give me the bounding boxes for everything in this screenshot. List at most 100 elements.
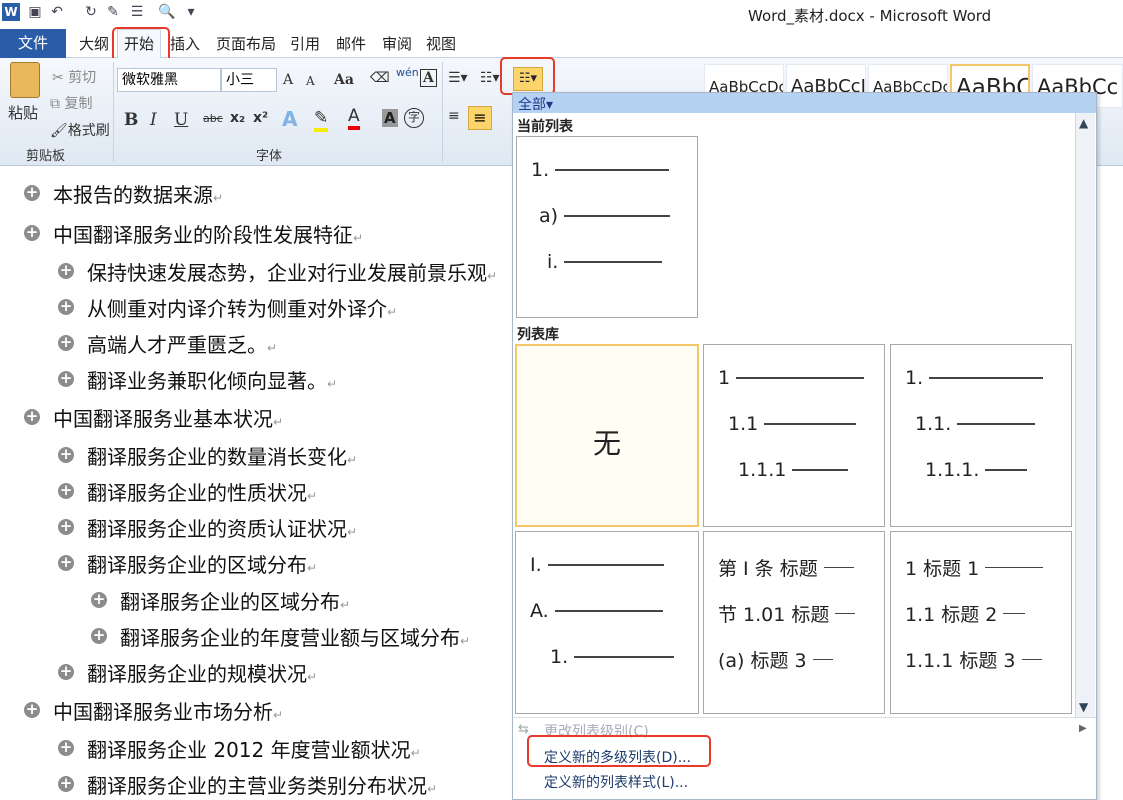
outline-item[interactable]: 翻译服务企业的规模状况↵	[87, 658, 317, 687]
highlight-button[interactable]: ✎	[314, 108, 329, 132]
list-library-item[interactable]: 第 I 条 标题节 1.01 标题 (a) 标题 3	[703, 531, 885, 714]
list-library-item[interactable]: 1. 1.1. 1.1.1.	[890, 344, 1072, 527]
subscript-button[interactable]: x₂	[230, 110, 245, 126]
outline-item[interactable]: 翻译服务企业的数量消长变化↵	[87, 441, 357, 470]
outline-item[interactable]: 中国翻译服务业基本状况↵	[53, 403, 283, 432]
outline-item[interactable]: 翻译服务企业的性质状况↵	[87, 477, 317, 506]
expand-icon[interactable]: +	[24, 702, 40, 718]
expand-icon[interactable]: +	[58, 371, 74, 387]
customize-icon[interactable]: ▾	[182, 4, 200, 22]
italic-button[interactable]: I	[150, 110, 157, 130]
expand-icon[interactable]: +	[58, 519, 74, 535]
outline-item[interactable]: 本报告的数据来源↵	[53, 179, 223, 208]
clear-format-icon[interactable]: ⌫	[370, 70, 390, 86]
align-left-button[interactable]: ≡	[448, 108, 460, 124]
underline-button[interactable]: U	[174, 110, 188, 130]
expand-icon[interactable]: +	[24, 409, 40, 425]
level-line	[835, 612, 856, 615]
bullets-button[interactable]: ☰▾	[448, 70, 468, 86]
outline-item[interactable]: 保持快速发展态势，企业对行业发展前景乐观↵	[87, 257, 497, 286]
gallery-scrollbar[interactable]	[1075, 113, 1095, 717]
tab-review[interactable]: 审阅	[382, 33, 412, 54]
shrink-font-button[interactable]: A	[306, 74, 315, 88]
scroll-down-icon[interactable]: ▼	[1079, 700, 1088, 714]
font-color-button[interactable]: A	[348, 106, 360, 130]
expand-icon[interactable]: +	[24, 185, 40, 201]
expand-icon[interactable]: +	[58, 335, 74, 351]
tab-insert[interactable]: 插入	[170, 33, 200, 54]
outline-item[interactable]: 翻译服务企业的主营业务类别分布状况↵	[87, 770, 437, 799]
grow-font-button[interactable]: A	[283, 72, 293, 88]
paragraph-mark: ↵	[347, 525, 358, 539]
expand-icon[interactable]: +	[58, 776, 74, 792]
list-library-item[interactable]: I. A. 1.	[515, 531, 699, 714]
outline-item[interactable]: 翻译服务企业的资质认证状况↵	[87, 513, 357, 542]
tab-view[interactable]: 视图	[426, 33, 456, 54]
outline-item[interactable]: 翻译服务企业 2012 年度营业额状况↵	[87, 734, 421, 763]
outline-item-text: 翻译服务企业的年度营业额与区域分布	[120, 626, 460, 650]
paste-icon[interactable]	[10, 62, 40, 98]
phonetic-guide-button[interactable]: wén	[396, 66, 419, 79]
cut-button[interactable]: ✂ 剪切	[52, 67, 96, 87]
outline-item[interactable]: 翻译服务企业的区域分布↵	[87, 549, 317, 578]
outline-item[interactable]: 从侧重对内译介转为侧重对外译介↵	[87, 293, 397, 322]
align-center-button[interactable]: ≡	[468, 106, 492, 130]
expand-icon[interactable]: +	[58, 299, 74, 315]
char-border-button[interactable]: A	[420, 69, 437, 87]
paste-button[interactable]: 粘贴	[8, 102, 38, 123]
expand-icon[interactable]: +	[24, 225, 40, 241]
outline-item[interactable]: 高端人才严重匮乏。↵	[87, 329, 277, 358]
redo-icon[interactable]: ↻	[82, 4, 100, 22]
list-level-row: 1.	[550, 646, 675, 668]
list-library-item[interactable]: 无	[515, 344, 699, 527]
outline-item[interactable]: 翻译服务企业的区域分布↵	[120, 586, 350, 615]
copy-button[interactable]: ⧉ 复制	[50, 93, 92, 113]
font-size-select[interactable]: 小三	[221, 68, 277, 92]
tab-file[interactable]: 文件	[0, 29, 66, 58]
expand-icon[interactable]: +	[91, 628, 107, 644]
format-icon[interactable]: ☰	[128, 4, 146, 22]
scroll-up-icon[interactable]: ▲	[1079, 116, 1088, 130]
expand-icon[interactable]: +	[58, 263, 74, 279]
window-title: Word_素材.docx - Microsoft Word	[748, 7, 992, 25]
strikethrough-button[interactable]: abc	[203, 112, 223, 125]
save-icon[interactable]: ▣	[26, 4, 44, 22]
expand-icon[interactable]: +	[91, 592, 107, 608]
expand-icon[interactable]: +	[58, 483, 74, 499]
enclose-char-button[interactable]: 字	[404, 108, 424, 128]
current-list-preview[interactable]: 1. a) i.	[516, 136, 698, 318]
expand-icon[interactable]: +	[58, 664, 74, 680]
bold-button[interactable]: B	[124, 110, 138, 130]
menu-define-list-style[interactable]: 定义新的列表样式(L)...	[544, 772, 688, 792]
filter-all-dropdown[interactable]: 全部▾	[518, 94, 553, 114]
outline-item[interactable]: 中国翻译服务业市场分析↵	[53, 696, 283, 725]
tab-page-layout[interactable]: 页面布局	[216, 33, 276, 54]
text-effect-button[interactable]: A	[282, 107, 297, 131]
outline-item[interactable]: 翻译业务兼职化倾向显著。↵	[87, 365, 337, 394]
list-level-text: A.	[530, 600, 549, 622]
expand-icon[interactable]: +	[58, 555, 74, 571]
change-case-button[interactable]: Aa	[334, 72, 354, 88]
level-line	[792, 469, 849, 471]
list-library-item[interactable]: 1 1.1 1.1.1	[703, 344, 885, 527]
expand-icon[interactable]: +	[58, 740, 74, 756]
list-level-text: (a) 标题 3	[718, 650, 807, 672]
list-library-item[interactable]: 1 标题 1 1.1 标题 2 1.1.1 标题 3	[890, 531, 1072, 714]
undo-icon[interactable]: ↶	[48, 4, 66, 22]
paragraph-mark: ↵	[347, 453, 358, 467]
outline-item[interactable]: 翻译服务企业的年度营业额与区域分布↵	[120, 622, 470, 651]
spelling-icon[interactable]: ✎	[104, 4, 122, 22]
list-level-text: 1.1.	[915, 413, 952, 435]
font-name-select[interactable]: 微软雅黑	[117, 68, 221, 92]
outline-item[interactable]: 中国翻译服务业的阶段性发展特征↵	[53, 219, 363, 248]
superscript-button[interactable]: x²	[253, 110, 268, 126]
print-preview-icon[interactable]: 🔍	[158, 4, 176, 22]
expand-icon[interactable]: +	[58, 447, 74, 463]
char-shading-button[interactable]: A	[382, 109, 398, 127]
tab-references[interactable]: 引用	[290, 33, 320, 54]
tab-mailings[interactable]: 邮件	[336, 33, 366, 54]
list-level-text: 1	[718, 367, 731, 389]
numbering-button[interactable]: ☷▾	[480, 70, 500, 86]
tab-outline[interactable]: 大纲	[79, 33, 109, 54]
format-painter-button[interactable]: 🖌格式刷	[50, 120, 110, 140]
